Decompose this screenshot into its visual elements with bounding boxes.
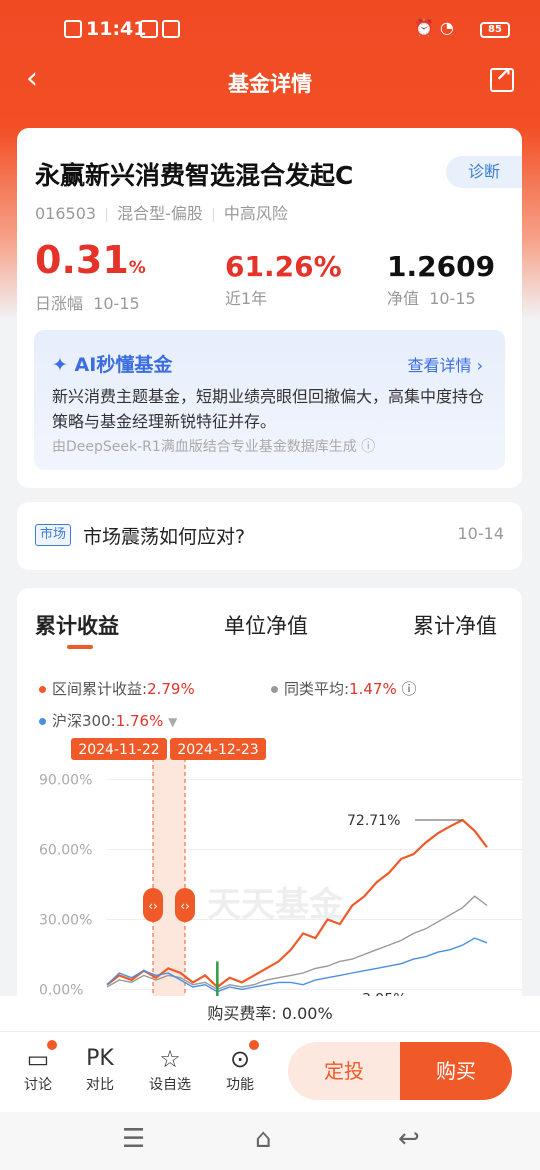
alarm-wifi-icons: ⏰◔ [414, 18, 460, 37]
fund-risk: 中高风险 [223, 204, 288, 223]
ai-summary-box[interactable]: ✦ AI秒懂基金 查看详情 › 新兴消费主题基金，短期业绩亮眼但回撤偏大，高集中… [34, 330, 505, 470]
y-tick-label: 60.00% [39, 843, 92, 859]
compare-label: 对比 [86, 1077, 114, 1093]
selected-range [153, 758, 185, 1008]
purchase-fee: 购买费率: 0.00% [0, 996, 540, 1032]
market-date: 10-14 [457, 524, 505, 543]
legend-peer-dot [271, 686, 278, 693]
ai-title: ✦ AI秒懂基金 [52, 350, 172, 377]
market-title: 市场震荡如何应对? [83, 526, 246, 548]
legend-index: 沪深300:1.76% ▼ [39, 710, 177, 731]
range-start-label: 2024-11-22 [78, 742, 159, 758]
ai-title-text: AI秒懂基金 [74, 354, 173, 376]
daily-change-stat: 0.31% 日涨幅 10-15 [35, 240, 146, 314]
active-tab-indicator [67, 645, 93, 649]
app-icon [162, 20, 180, 38]
nav-label: 净值 [387, 289, 420, 308]
fund-name: 永赢新兴消费智选混合发起C [35, 161, 354, 190]
max-value-label: 72.71% [347, 813, 400, 829]
chart-plot[interactable]: 90.00% 60.00% 30.00% 0.00% 天天基金 2024-11-22 202… [17, 738, 522, 1028]
watchlist-action[interactable]: ☆ 设自选 [145, 1044, 195, 1094]
top-nav: ‹ 基金详情 [0, 58, 540, 104]
star-plus-icon: ☆ [159, 1045, 181, 1073]
diagnose-button[interactable]: 诊断 [446, 156, 522, 188]
ai-source-note: 由DeepSeek-R1满血版结合专业基金数据库生成 ⓘ [52, 439, 376, 455]
ai-summary-text: 新兴消费主题基金，短期业绩亮眼但回撤偏大，高集中度持仓策略与基金经理新锐特征并存… [52, 387, 485, 431]
tab-cumulative-return[interactable]: 累计收益 [35, 610, 119, 640]
daily-change-label: 日涨幅 [35, 294, 84, 313]
y-tick-label: 90.00% [39, 773, 92, 789]
daily-change-date: 10-15 [93, 294, 140, 313]
bottom-action-bar: ▭ 讨论 PK 对比 ☆ 设自选 ⊙ 功能 定投 购买 [0, 1032, 540, 1112]
watermark: 天天基金 [207, 885, 344, 925]
legend-fund: 区间累计收益:2.79% [39, 678, 195, 699]
fund-meta: 016503 混合型-偏股 中高风险 [35, 200, 298, 224]
performance-chart-card: 累计收益 单位净值 累计净值 区间累计收益:2.79% 同类平均:1.47% ⓘ… [17, 588, 522, 1028]
legend-index-value: 1.76% [115, 712, 164, 730]
ai-detail-link[interactable]: 查看详情 › [408, 352, 484, 376]
year-return-stat: 61.26% 近1年 [225, 250, 342, 309]
sparkle-icon: ✦ [52, 354, 68, 376]
tab-cumulative-nav[interactable]: 累计净值 [413, 610, 497, 640]
system-nav-bar: ☰ ⌂ ↩ [0, 1112, 540, 1170]
daily-change-value: 0.31 [35, 238, 129, 282]
year-return-value: 61.26% [225, 250, 342, 283]
discuss-label: 讨论 [24, 1077, 52, 1093]
pk-icon: PK [86, 1046, 114, 1071]
daily-change-unit: % [128, 258, 146, 278]
home-icon[interactable]: ⌂ [255, 1124, 272, 1154]
share-icon[interactable] [490, 62, 514, 92]
year-return-label: 近1年 [225, 289, 268, 308]
notification-dot [249, 1040, 259, 1050]
nav-date: 10-15 [429, 289, 476, 308]
fee-label: 购买费率: [207, 1004, 277, 1023]
range-handle-icon: ‹› [148, 899, 158, 913]
nav-stat: 1.2609 净值 10-15 [387, 250, 495, 309]
fund-code: 016503 [35, 204, 97, 223]
watchlist-label: 设自选 [149, 1077, 191, 1093]
page-title: 基金详情 [228, 72, 312, 96]
battery-level: 85 [488, 24, 502, 35]
info-icon[interactable]: ⓘ [402, 680, 417, 698]
legend-peer: 同类平均:1.47% ⓘ [271, 678, 417, 699]
fund-summary-card: 永赢新兴消费智选混合发起C 诊断 016503 混合型-偏股 中高风险 0.31% … [17, 128, 522, 488]
market-news-card[interactable]: 市场 市场震荡如何应对? 10-14 [17, 502, 522, 570]
functions-label: 功能 [226, 1077, 254, 1093]
notification-icon [64, 20, 82, 38]
auto-invest-button[interactable]: 定投 [288, 1042, 400, 1100]
fee-value: 0.00% [281, 1004, 333, 1023]
compare-action[interactable]: PK 对比 [75, 1044, 125, 1094]
legend-peer-value: 1.47% [349, 680, 397, 698]
status-time: 11:41 [86, 18, 147, 40]
fund-type: 混合型-偏股 [117, 204, 203, 223]
battery-icon: 85 [480, 22, 510, 38]
app-icon [140, 20, 158, 38]
discuss-action[interactable]: ▭ 讨论 [13, 1040, 63, 1094]
range-handle-icon: ‹› [180, 899, 190, 913]
legend-index-dot [39, 718, 46, 725]
legend-fund-value: 2.79% [147, 680, 195, 698]
legend-index-label: 沪深300: [52, 712, 116, 730]
more-functions-action[interactable]: ⊙ 功能 [215, 1040, 265, 1094]
notification-dot [47, 1040, 57, 1050]
expand-caret-icon[interactable]: ▼ [168, 715, 177, 729]
buy-button[interactable]: 购买 [400, 1042, 512, 1100]
legend-fund-dot [39, 686, 46, 693]
status-bar: 11:41 ⏰◔ 85 [0, 0, 540, 60]
legend-peer-label: 同类平均: [284, 680, 350, 698]
back-nav-icon[interactable]: ↩ [398, 1124, 420, 1154]
y-tick-label: 30.00% [39, 912, 92, 928]
legend-fund-label: 区间累计收益: [52, 680, 148, 698]
range-end-label: 2024-12-23 [177, 742, 258, 758]
menu-icon[interactable]: ☰ [122, 1124, 145, 1154]
tab-unit-nav[interactable]: 单位净值 [224, 610, 308, 640]
nav-value: 1.2609 [387, 250, 496, 283]
market-tag: 市场 [35, 524, 72, 546]
